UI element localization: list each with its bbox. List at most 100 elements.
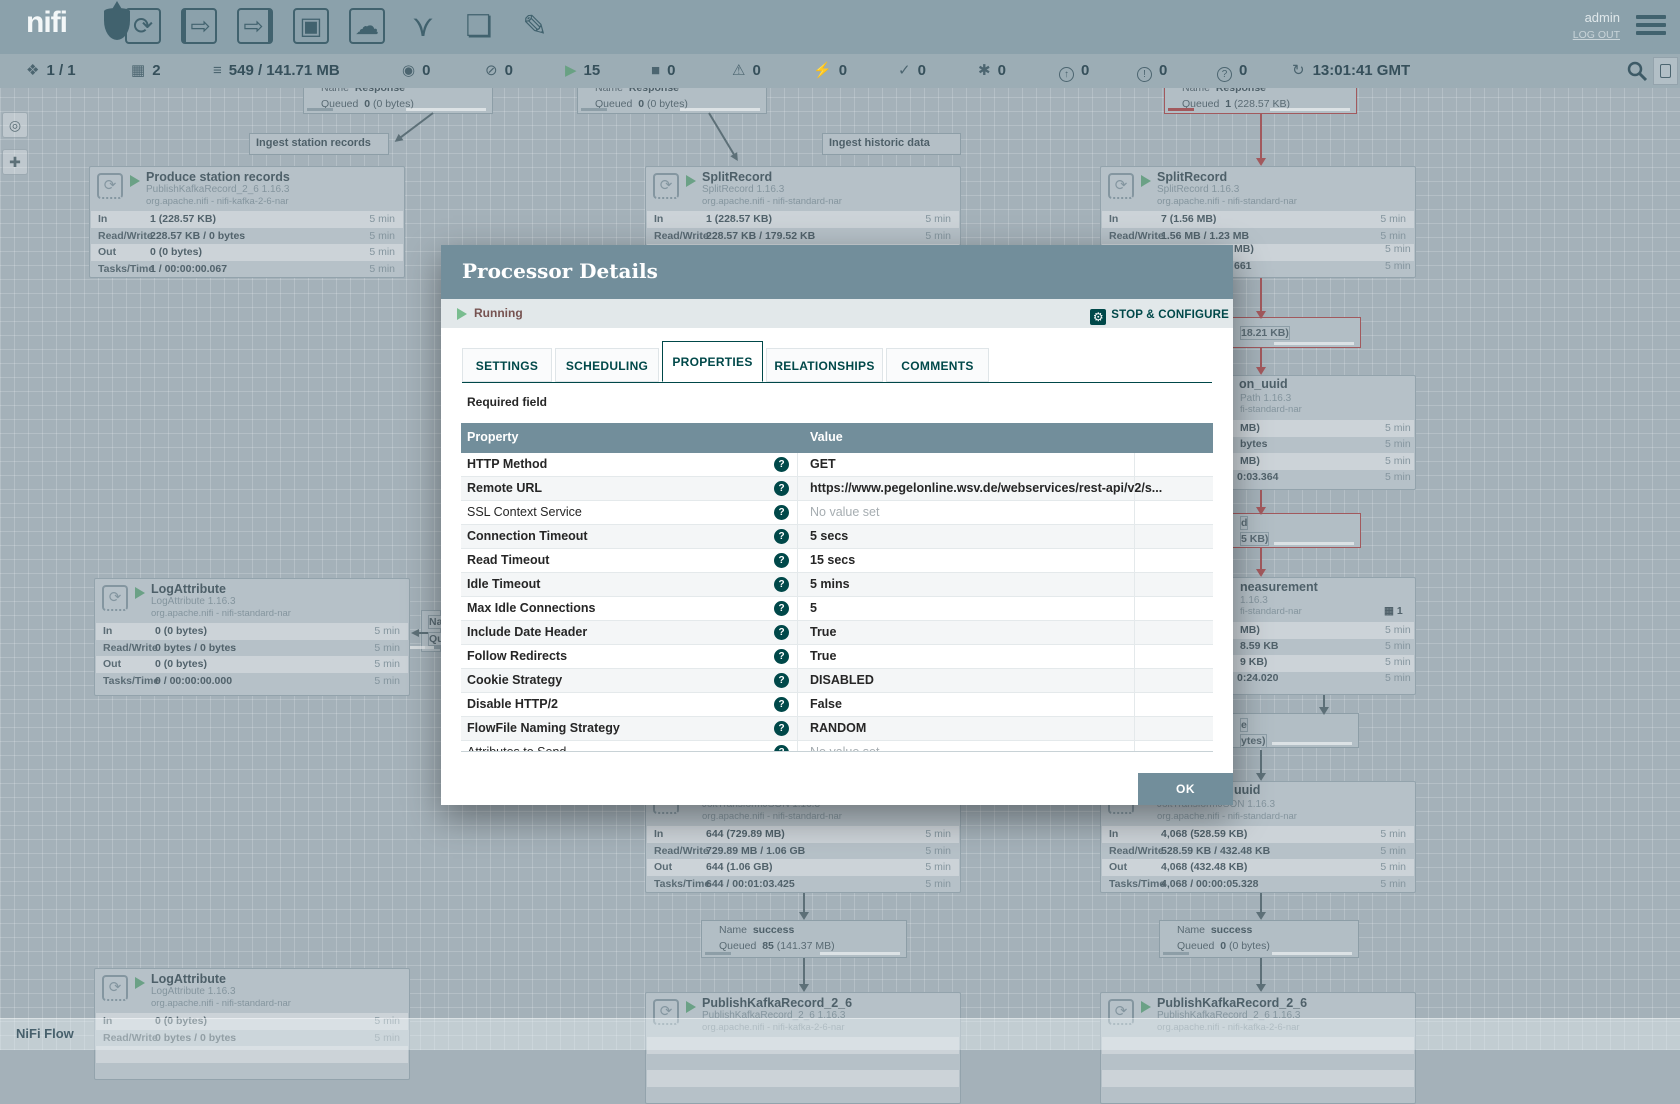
- stats-row: Read/Write528.59 KB / 432.48 KB5 min: [1102, 843, 1414, 860]
- property-name: Disable HTTP/2: [467, 697, 558, 711]
- processor-node[interactable]: ⟳Produce station recordsPublishKafkaReco…: [89, 166, 405, 278]
- connection-queued: Queued 85 (141.37 MB): [719, 940, 835, 952]
- tab-underline: [462, 382, 1212, 383]
- global-menu-icon[interactable]: [1636, 15, 1666, 39]
- dialog-title: Processor Details: [462, 259, 658, 283]
- arrowhead-icon: [730, 152, 741, 163]
- occluded-text-fragment: 5 min: [1385, 672, 1411, 684]
- modified-stale-icon: !: [1137, 67, 1152, 82]
- run-indicator-icon: [1141, 175, 1151, 187]
- processor-node[interactable]: ⟳LogAttributeLogAttribute 1.16.3org.apac…: [94, 578, 410, 696]
- tab-properties[interactable]: PROPERTIES: [662, 341, 763, 382]
- help-icon[interactable]: ?: [774, 577, 789, 592]
- arrowhead-icon: [1256, 311, 1266, 319]
- gear-icon: ⚙: [1090, 309, 1106, 325]
- stats-row: Read/Write1.56 MB / 1.23 MB5 min: [1102, 228, 1414, 245]
- required-field-note: Required field: [467, 395, 547, 409]
- flow-label[interactable]: Ingest station records: [249, 133, 389, 155]
- help-icon[interactable]: ?: [774, 625, 789, 640]
- label-icon[interactable]: ✎: [517, 8, 553, 44]
- arrowhead-icon: [392, 134, 403, 145]
- tab-relationships[interactable]: RELATIONSHIPS: [766, 348, 883, 382]
- connection-label[interactable]: Name successQueued 85 (141.37 MB): [701, 920, 907, 958]
- status-bar: ↻13:01:41 GMT ❖1 / 1▦2≡549 / 141.71 MB◉0…: [0, 54, 1680, 88]
- cluster-icon: ❖1 / 1: [26, 54, 76, 88]
- connection-line: [1260, 750, 1262, 773]
- tab-comments[interactable]: COMMENTS: [886, 348, 989, 382]
- logout-link[interactable]: LOG OUT: [1573, 29, 1620, 41]
- processor-details-dialog: Processor Details Running ⚙STOP & CONFIG…: [441, 245, 1233, 805]
- property-value: 5: [810, 601, 817, 615]
- run-indicator-icon: [130, 175, 140, 187]
- connection-line: [1260, 548, 1262, 569]
- connection-label[interactable]: Name successQueued 0 (0 bytes): [1159, 920, 1359, 958]
- property-row: FlowFile Naming Strategy?RANDOM: [461, 717, 1213, 741]
- processor-icon[interactable]: ⟳: [125, 8, 161, 44]
- help-icon[interactable]: ?: [774, 529, 789, 544]
- search-icon[interactable]: [1625, 59, 1649, 83]
- funnel-icon[interactable]: ⋎: [405, 8, 441, 44]
- value-cell: 5 mins: [798, 573, 1135, 597]
- queued-icon: ≡549 / 141.71 MB: [213, 54, 340, 88]
- property-name: Read Timeout: [467, 553, 549, 567]
- tab-settings[interactable]: SETTINGS: [462, 348, 552, 382]
- stats-row: In1 (228.57 KB)5 min: [91, 211, 403, 228]
- processor-type: SplitRecord 1.16.3: [702, 184, 784, 195]
- component-panel-button[interactable]: [1653, 57, 1678, 85]
- process-group-icon[interactable]: ▣: [293, 8, 329, 44]
- occluded-text-fragment: 5 min: [1385, 624, 1411, 636]
- help-icon[interactable]: ?: [774, 481, 789, 496]
- backpressure-bar: [705, 952, 731, 955]
- flow-label[interactable]: Ingest historic data: [822, 133, 961, 155]
- stop-and-configure-button[interactable]: ⚙STOP & CONFIGURE: [1090, 305, 1229, 323]
- help-icon[interactable]: ?: [774, 553, 789, 568]
- remote-process-group-icon[interactable]: ☁: [349, 8, 385, 44]
- property-cell: Cookie Strategy?: [461, 669, 798, 693]
- help-icon[interactable]: ?: [774, 697, 789, 712]
- refresh-icon[interactable]: ↻: [1292, 62, 1305, 79]
- help-icon[interactable]: ?: [774, 505, 789, 520]
- connection-line: [803, 958, 805, 984]
- template-icon[interactable]: ❏: [461, 8, 497, 44]
- occluded-text-fragment: Path 1.16.3: [1240, 393, 1291, 404]
- properties-table: Property Value HTTP Method?GETRemote URL…: [461, 423, 1213, 752]
- property-name: FlowFile Naming Strategy: [467, 721, 620, 735]
- tab-scheduling[interactable]: SCHEDULING: [555, 348, 659, 382]
- occluded-text-fragment: 5 min: [1385, 656, 1411, 668]
- help-icon[interactable]: ?: [774, 673, 789, 688]
- output-port-icon[interactable]: ⇨: [237, 8, 273, 44]
- occluded-text-fragment: MB): [1240, 422, 1260, 434]
- move-icon[interactable]: ✚: [2, 149, 28, 175]
- stats-row: In7 (1.56 MB)5 min: [1102, 211, 1414, 228]
- property-name: Max Idle Connections: [467, 601, 596, 615]
- processor-title: SplitRecord: [1157, 170, 1227, 184]
- processor-bundle: org.apache.nifi - nifi-kafka-2-6-nar: [146, 196, 289, 207]
- last-refresh: ↻13:01:41 GMT: [1292, 54, 1410, 88]
- input-port-icon[interactable]: ⇨: [181, 8, 217, 44]
- breadcrumb[interactable]: NiFi Flow: [16, 1026, 74, 1041]
- stats-row: [647, 1070, 959, 1087]
- dialog-header: Processor Details: [441, 245, 1233, 299]
- occluded-text-fragment: 5 min: [1385, 455, 1411, 467]
- help-icon[interactable]: ?: [774, 721, 789, 736]
- value-cell: GET: [798, 453, 1135, 477]
- running-icon: ▶15: [565, 54, 600, 88]
- value-cell: No value set: [798, 741, 1135, 752]
- stats-row: Out0 (0 bytes)5 min: [91, 244, 403, 261]
- modified-stale-icon: !0: [1137, 54, 1167, 88]
- birdseye-icon[interactable]: ◎: [2, 112, 28, 138]
- run-indicator-icon: [135, 587, 145, 599]
- help-icon[interactable]: ?: [774, 457, 789, 472]
- help-icon[interactable]: ?: [774, 601, 789, 616]
- property-value: False: [810, 697, 842, 711]
- connection-line: [708, 112, 738, 159]
- help-icon[interactable]: ?: [774, 745, 789, 752]
- property-cell: Include Date Header?: [461, 621, 798, 645]
- help-icon[interactable]: ?: [774, 649, 789, 664]
- ok-button[interactable]: OK: [1138, 773, 1233, 805]
- run-indicator-icon: [135, 977, 145, 989]
- occluded-text-fragment: ytes): [1240, 734, 1267, 748]
- processor-title: LogAttribute: [151, 582, 226, 596]
- processor-type: SplitRecord 1.16.3: [1157, 184, 1239, 195]
- processor-title: PublishKafkaRecord_2_6: [702, 996, 852, 1010]
